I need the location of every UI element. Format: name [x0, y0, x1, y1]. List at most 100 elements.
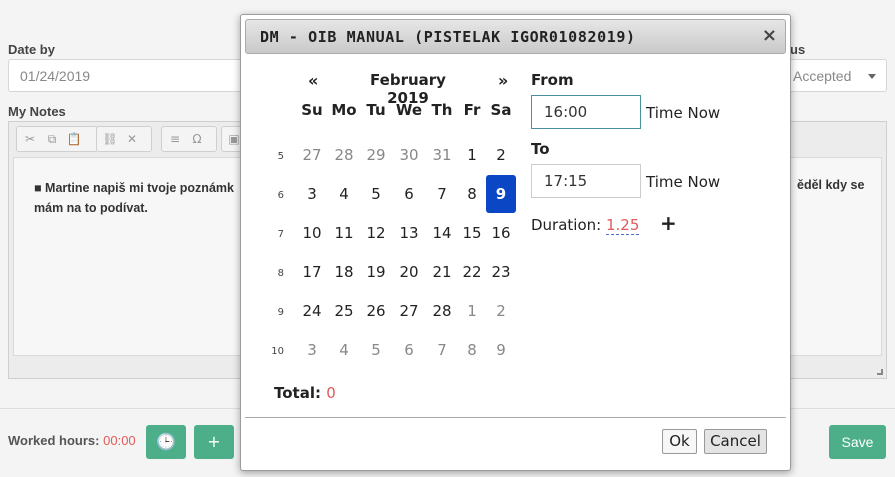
note-line1: Martine napiš mi tvoje poznámk	[45, 181, 234, 195]
calendar-day[interactable]: 30	[393, 136, 425, 174]
from-time-input[interactable]: 16:00	[531, 95, 641, 129]
calendar-day[interactable]: 1	[456, 292, 488, 330]
calendar-day[interactable]: 5	[360, 331, 392, 369]
calendar-day-selected[interactable]: 9	[486, 175, 516, 213]
paste-icon[interactable]: 📋	[65, 130, 83, 148]
calendar-day[interactable]: 22	[456, 253, 488, 291]
calendar-day[interactable]: 4	[328, 331, 360, 369]
calendar-day[interactable]: 21	[426, 253, 458, 291]
dialog-title: DM - OIB MANUAL (PISTELAK IGOR01082019)	[260, 28, 636, 46]
link-group: ⛓ ✕	[96, 126, 152, 152]
week-number: 5	[277, 151, 284, 162]
calendar-day[interactable]: 24	[296, 292, 328, 330]
total-label: Total:	[274, 384, 321, 402]
unlink-icon[interactable]: ✕	[123, 130, 141, 148]
calendar-day[interactable]: 20	[393, 253, 425, 291]
link-icon[interactable]: ⛓	[101, 130, 119, 148]
horizontal-line-icon[interactable]: ≡	[166, 130, 184, 148]
calendar-day[interactable]: 31	[426, 136, 458, 174]
date-by-input[interactable]: 01/24/2019	[8, 59, 268, 92]
calendar-day[interactable]: 3	[296, 331, 328, 369]
note-line1-tail: ěděl kdy se	[797, 178, 865, 192]
calendar-day[interactable]: 11	[328, 214, 360, 252]
duration-value[interactable]: 1.25	[605, 216, 640, 235]
calendar-day[interactable]: 28	[328, 136, 360, 174]
resize-handle-icon[interactable]	[877, 369, 883, 375]
clock-button[interactable]: 🕒	[146, 425, 186, 459]
ok-button[interactable]: Ok	[662, 429, 697, 454]
next-month-button[interactable]: »	[498, 71, 508, 90]
calendar-day[interactable]: 13	[393, 214, 425, 252]
clipboard-group: ✂ ⧉ 📋	[16, 126, 98, 152]
weekday-header: Tu	[366, 101, 386, 119]
my-notes-label: My Notes	[8, 104, 66, 119]
calendar-day[interactable]: 10	[296, 214, 328, 252]
to-time-now-button[interactable]: Time Now	[646, 173, 720, 191]
calendar-day[interactable]: 27	[296, 136, 328, 174]
weekday-header: Mo	[331, 101, 357, 119]
to-time-input[interactable]: 17:15	[531, 164, 641, 198]
calendar-day[interactable]: 6	[393, 331, 425, 369]
calendar-day[interactable]: 4	[328, 175, 360, 213]
close-icon[interactable]: ×	[762, 25, 777, 46]
note-line2: mám na to podívat.	[34, 201, 148, 215]
weekday-header: Fr	[463, 101, 481, 119]
worked-hours-value: 00:00	[103, 433, 136, 448]
calendar-day[interactable]: 28	[426, 292, 458, 330]
copy-icon[interactable]: ⧉	[43, 130, 61, 148]
calendar-day[interactable]: 8	[456, 175, 488, 213]
save-button[interactable]: Save	[829, 425, 886, 459]
status-select[interactable]: Accepted	[782, 59, 887, 92]
status-value: Accepted	[793, 68, 852, 84]
prev-month-button[interactable]: «	[308, 71, 318, 90]
weekday-header: We	[395, 101, 423, 119]
calendar-day[interactable]: 27	[393, 292, 425, 330]
calendar-day[interactable]: 7	[426, 175, 458, 213]
calendar-day[interactable]: 18	[328, 253, 360, 291]
from-label: From	[531, 71, 574, 89]
clock-icon: 🕒	[156, 432, 176, 451]
weekday-header: Su	[301, 101, 323, 119]
worked-hours: Worked hours: 00:00	[8, 433, 136, 448]
calendar-day[interactable]: 16	[485, 214, 517, 252]
calendar-day[interactable]: 12	[360, 214, 392, 252]
add-time-button[interactable]: +	[194, 425, 234, 459]
insert-group: ≡ Ω	[161, 126, 217, 152]
week-number: 6	[277, 190, 284, 201]
calendar-day[interactable]: 26	[360, 292, 392, 330]
calendar-day[interactable]: 2	[485, 292, 517, 330]
dialog-header: DM - OIB MANUAL (PISTELAK IGOR01082019) …	[245, 19, 786, 54]
calendar-day[interactable]: 8	[456, 331, 488, 369]
calendar-day[interactable]: 15	[456, 214, 488, 252]
calendar-day[interactable]: 1	[456, 136, 488, 174]
dialog-divider	[245, 417, 786, 418]
calendar-day[interactable]: 7	[426, 331, 458, 369]
add-duration-icon[interactable]: +	[660, 211, 677, 235]
calendar-day[interactable]: 14	[426, 214, 458, 252]
calendar-day[interactable]: 23	[485, 253, 517, 291]
total: Total: 0	[274, 384, 336, 402]
cut-icon[interactable]: ✂	[21, 130, 39, 148]
calendar-day[interactable]: 25	[328, 292, 360, 330]
calendar-day[interactable]: 29	[360, 136, 392, 174]
weekday-header: Th	[431, 101, 453, 119]
bullet-icon: ■	[34, 181, 46, 195]
from-time-now-button[interactable]: Time Now	[646, 104, 720, 122]
calendar-day[interactable]: 17	[296, 253, 328, 291]
calendar-day[interactable]: 2	[485, 136, 517, 174]
calendar-day[interactable]: 5	[360, 175, 392, 213]
date-by-label: Date by	[8, 42, 55, 57]
weekday-header: Sa	[490, 101, 512, 119]
calendar-day[interactable]: 19	[360, 253, 392, 291]
duration-label: Duration:	[531, 216, 602, 234]
to-label: To	[531, 140, 550, 158]
total-value: 0	[326, 384, 336, 402]
cancel-button[interactable]: Cancel	[704, 429, 767, 454]
time-entry-dialog: DM - OIB MANUAL (PISTELAK IGOR01082019) …	[240, 14, 791, 471]
week-number: 8	[277, 268, 284, 279]
calendar-day[interactable]: 3	[296, 175, 328, 213]
chevron-down-icon	[868, 74, 876, 79]
special-char-icon[interactable]: Ω	[188, 130, 206, 148]
calendar-day[interactable]: 9	[485, 331, 517, 369]
calendar-day[interactable]: 6	[393, 175, 425, 213]
